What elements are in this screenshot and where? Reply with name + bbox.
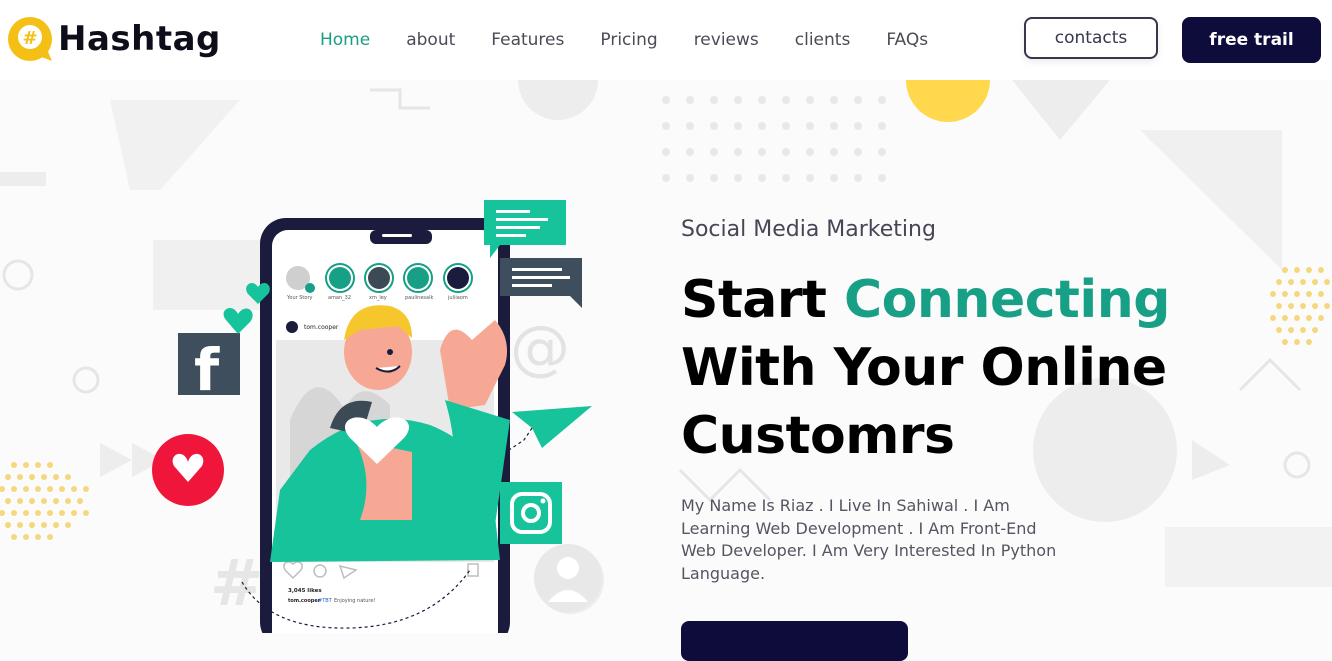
free-trail-button[interactable]: free trail	[1182, 17, 1321, 63]
story-label: juliiaom	[447, 295, 468, 301]
nav-item-clients[interactable]: clients	[795, 28, 851, 52]
hero-description: My Name Is Riaz . I Live In Sahiwal . I …	[681, 496, 1057, 583]
post-likes: 3,045 likes	[288, 588, 322, 594]
story-label: paulinesalk	[405, 295, 433, 301]
hero-illustration: Your Story aman_32 xm_ley paulinesalk ju…	[152, 200, 602, 633]
hero-headline: Start Connecting With Your Online Custom…	[681, 266, 1301, 470]
chat-bubble-icon	[500, 258, 582, 308]
paper-plane-icon	[512, 406, 592, 448]
nav-item-pricing[interactable]: Pricing	[600, 28, 657, 52]
instagram-icon	[500, 482, 562, 544]
story-label: xm_ley	[369, 295, 387, 301]
chat-bubble-icon	[484, 200, 566, 258]
headline-part-2: With Your Online	[681, 338, 1167, 398]
nav-item-about[interactable]: about	[406, 28, 455, 52]
svg-text:@: @	[510, 313, 570, 383]
post-username: tom.cooper	[304, 324, 339, 331]
post-caption-user: tom.cooper	[288, 598, 321, 604]
post-caption-tag: #TBT	[318, 598, 333, 604]
headline-accent: Connecting	[844, 270, 1170, 330]
svg-text:#: #	[22, 28, 37, 49]
nav-item-features[interactable]: Features	[491, 28, 564, 52]
nav-item-reviews[interactable]: reviews	[694, 28, 759, 52]
hero-cta-button[interactable]	[681, 621, 908, 661]
headline-part-1: Start	[681, 270, 845, 330]
story-label: aman_32	[328, 295, 351, 301]
post-caption-text: Enjoying nature!	[334, 598, 375, 604]
brand-logo[interactable]: # Hashtag	[6, 13, 221, 65]
hashtag-bubble-icon: #	[6, 15, 54, 63]
nav-item-faqs[interactable]: FAQs	[886, 28, 928, 52]
site-header: # Hashtag Home about Features Pricing re…	[0, 0, 1332, 80]
nav-item-home[interactable]: Home	[320, 28, 370, 52]
brand-name: Hashtag	[58, 19, 221, 59]
hero-eyebrow: Social Media Marketing	[681, 217, 936, 242]
contacts-button[interactable]: contacts	[1024, 17, 1158, 59]
main-nav: Home about Features Pricing reviews clie…	[320, 28, 964, 52]
headline-part-3: Customrs	[681, 406, 955, 466]
svg-text:f: f	[194, 336, 220, 404]
story-label: Your Story	[286, 295, 313, 301]
